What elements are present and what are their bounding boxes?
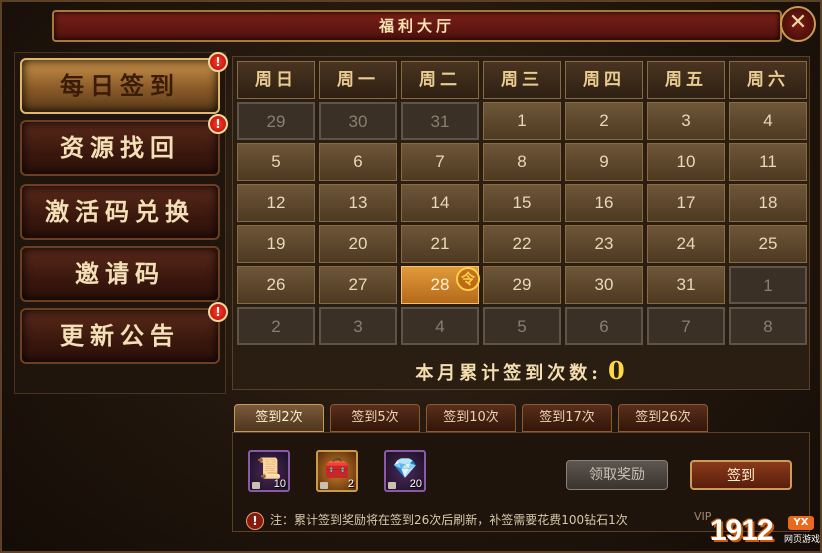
sidebar-item-resource-recovery[interactable]: 资源找回 <box>20 120 220 176</box>
calendar-day: 2 <box>565 102 643 140</box>
calendar-day: 1 <box>729 266 807 304</box>
close-button[interactable]: ✕ <box>780 6 816 42</box>
watermark-sub: 网页游戏 <box>784 535 821 545</box>
calendar-day: 11 <box>729 143 807 181</box>
calendar-day: 20 <box>319 225 397 263</box>
calendar-day: 7 <box>401 143 479 181</box>
calendar-day: 31 <box>647 266 725 304</box>
alert-icon: ! <box>208 302 228 322</box>
calendar-day-today[interactable]: 28 令 <box>401 266 480 304</box>
calendar-day: 6 <box>319 143 397 181</box>
sidebar-item-label: 邀请码 <box>75 259 165 288</box>
sidebar-item-label: 更新公告 <box>60 321 180 350</box>
calendar-day: 17 <box>647 184 725 222</box>
sidebar-item-label: 每日签到 <box>60 71 180 100</box>
close-icon: ✕ <box>788 10 808 35</box>
calendar-day: 29 <box>483 266 561 304</box>
weekday-header: 周一 <box>319 61 397 99</box>
checkin-button[interactable]: 签到 <box>690 460 792 490</box>
warning-icon: ! <box>246 511 264 530</box>
lock-icon <box>252 482 260 489</box>
calendar-day: 29 <box>237 102 315 140</box>
reward-item[interactable]: 🧰 2 <box>316 450 358 492</box>
calendar-day: 8 <box>483 143 561 181</box>
item-quantity: 20 <box>409 478 422 490</box>
vip-label: VIP <box>694 510 712 523</box>
reward-tab-26[interactable]: 签到26次 <box>618 404 708 432</box>
alert-icon: ! <box>208 52 228 72</box>
weekday-header: 周三 <box>483 61 561 99</box>
claim-reward-button[interactable]: 领取奖励 <box>566 460 668 490</box>
weekday-header: 周四 <box>565 61 643 99</box>
calendar-day: 14 <box>401 184 479 222</box>
calendar-day: 3 <box>647 102 725 140</box>
alert-icon: ! <box>208 114 228 134</box>
crystal-icon: 💎 <box>392 456 418 480</box>
reward-item[interactable]: 💎 20 <box>384 450 426 492</box>
site-watermark-logo: 1912 YX 网页游戏 <box>710 514 820 552</box>
checkin-token-icon: 令 <box>456 267 480 291</box>
welfare-hall-window: 福利大厅 ✕ 每日签到 ! 资源找回 ! 激活码兑换 邀请码 更新公告 ! 周日… <box>0 0 822 553</box>
calendar-day: 19 <box>237 225 315 263</box>
calendar-day: 1 <box>483 102 561 140</box>
calendar-day: 30 <box>319 102 397 140</box>
calendar-day: 23 <box>565 225 643 263</box>
calendar-day: 10 <box>647 143 725 181</box>
sidebar-item-invite-code[interactable]: 邀请码 <box>20 246 220 302</box>
summary-label: 本月累计签到次数: <box>415 363 602 384</box>
sidebar-item-activation-code[interactable]: 激活码兑换 <box>20 184 220 240</box>
reward-note: ! 注：累计签到奖励将在签到26次后刷新，补签需要花费100钻石1次 <box>246 508 628 532</box>
calendar-day: 15 <box>483 184 561 222</box>
calendar-day: 30 <box>565 266 643 304</box>
calendar-day: 26 <box>237 266 315 304</box>
calendar-day: 27 <box>319 266 397 304</box>
sidebar-item-update-notice[interactable]: 更新公告 <box>20 308 220 364</box>
checkin-calendar: 周日 周一 周二 周三 周四 周五 周六 29 30 31 1 2 3 4 5 … <box>232 56 810 390</box>
note-text: 注：累计签到奖励将在签到26次后刷新，补签需要花费100钻石1次 <box>270 513 628 527</box>
calendar-day: 6 <box>565 307 643 345</box>
lock-icon <box>388 482 396 489</box>
lock-icon <box>320 482 328 489</box>
calendar-day: 5 <box>237 143 315 181</box>
reward-tab-17[interactable]: 签到17次 <box>522 404 612 432</box>
calendar-day: 25 <box>729 225 807 263</box>
summary-count: 0 <box>607 356 629 385</box>
calendar-day: 16 <box>565 184 643 222</box>
calendar-day: 2 <box>237 307 315 345</box>
calendar-day: 13 <box>319 184 397 222</box>
calendar-day: 5 <box>483 307 561 345</box>
calendar-day: 12 <box>237 184 315 222</box>
watermark-badge: YX <box>788 516 814 530</box>
calendar-day: 24 <box>647 225 725 263</box>
calendar-day: 9 <box>565 143 643 181</box>
calendar-day: 22 <box>483 225 561 263</box>
item-quantity: 10 <box>273 478 286 490</box>
window-title: 福利大厅 <box>52 10 782 42</box>
weekday-header: 周二 <box>401 61 479 99</box>
watermark-number: 1912 <box>710 514 774 547</box>
calendar-day: 31 <box>401 102 479 140</box>
calendar-day: 18 <box>729 184 807 222</box>
weekday-header: 周五 <box>647 61 725 99</box>
sidebar-item-daily-checkin[interactable]: 每日签到 <box>20 58 220 114</box>
sidebar-item-label: 激活码兑换 <box>45 197 195 226</box>
scroll-icon: 📜 <box>256 456 282 480</box>
sidebar-item-label: 资源找回 <box>60 133 180 162</box>
calendar-day: 4 <box>729 102 807 140</box>
calendar-day: 3 <box>319 307 397 345</box>
reward-tab-5[interactable]: 签到5次 <box>330 404 420 432</box>
calendar-day: 8 <box>729 307 807 345</box>
calendar-day: 7 <box>647 307 725 345</box>
weekday-header: 周六 <box>729 61 807 99</box>
calendar-day-number: 28 <box>430 275 450 294</box>
item-quantity: 2 <box>347 478 354 490</box>
reward-tab-10[interactable]: 签到10次 <box>426 404 516 432</box>
reward-tab-2[interactable]: 签到2次 <box>234 404 324 432</box>
reward-item[interactable]: 📜 10 <box>248 450 290 492</box>
calendar-day: 4 <box>401 307 479 345</box>
calendar-day: 21 <box>401 225 479 263</box>
weekday-header: 周日 <box>237 61 315 99</box>
treasure-chest-icon: 🧰 <box>324 456 350 480</box>
monthly-checkin-summary: 本月累计签到次数: 0 <box>233 353 811 389</box>
